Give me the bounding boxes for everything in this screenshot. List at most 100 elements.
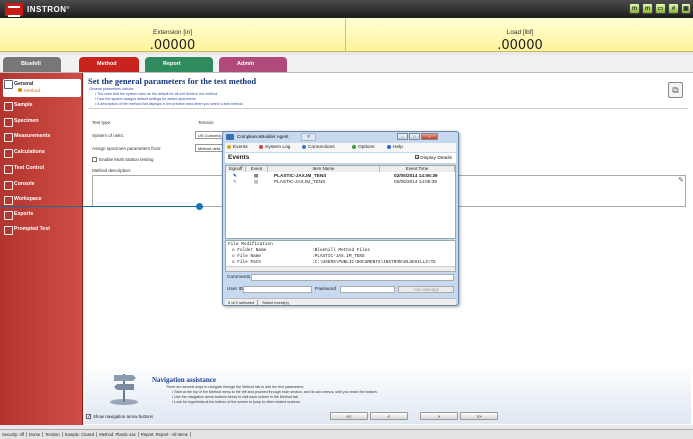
- menu-events[interactable]: Events: [227, 143, 248, 152]
- user-id-label: User ID: [227, 287, 244, 292]
- display-details-toggle[interactable]: ✓ Display Details: [414, 155, 452, 161]
- multi-station-label: Enable Multi Station testing: [99, 157, 154, 162]
- item-name: PLASTIC-JAX.IM_TENS: [274, 179, 326, 184]
- navigation-bullet: • Use the navigation arrow buttons below…: [172, 395, 299, 399]
- signoff-pen-icon: ✎: [233, 179, 237, 184]
- method-icon: ⧉: [668, 82, 683, 98]
- title-bar: [0, 0, 693, 18]
- edit-pencil-icon[interactable]: ✎: [678, 176, 687, 184]
- col-item-name[interactable]: Item Name: [268, 166, 380, 172]
- tab-bar: Bluehill Method Report Admin: [0, 55, 693, 73]
- sidebar-item-specimen[interactable]: Specimen: [3, 116, 81, 127]
- detail-heading: File Modification: [228, 242, 273, 247]
- navigation-bullet: • Start at the top of the Method menu to…: [172, 390, 378, 394]
- tab-method[interactable]: Method: [79, 57, 139, 72]
- show-arrows-checkbox[interactable]: ✓: [86, 414, 91, 420]
- menu-help[interactable]: Help: [387, 143, 403, 152]
- menu-options[interactable]: Options: [352, 143, 375, 152]
- detail-key: o File Name: [232, 254, 261, 259]
- extension-label: Extension [in]: [152, 29, 193, 36]
- save-icon[interactable]: ▣: [681, 3, 691, 14]
- next-screen-button[interactable]: >: [420, 412, 458, 420]
- multi-station-checkbox[interactable]: [92, 157, 97, 162]
- tab-report[interactable]: Report: [145, 57, 213, 72]
- dialog-title: ComplianceBuilder Agent: [237, 134, 289, 139]
- detail-key: o Folder Name: [232, 248, 267, 253]
- monitor-icon[interactable]: ▭: [655, 3, 666, 14]
- sidebar-item-exports[interactable]: Exports: [3, 209, 81, 220]
- sidebar-item-prompted-test[interactable]: Prompted Test: [3, 224, 81, 235]
- grid-icon[interactable]: #: [668, 3, 679, 14]
- navigation-bullet: • Look for hyperlinks at the bottom of t…: [172, 400, 301, 404]
- close-tab-icon[interactable]: ×: [301, 133, 316, 141]
- navigation-title: Navigation assistance: [152, 376, 216, 384]
- table-row[interactable]: ✎ ▤ PLASTIC-JAX.IM_TENS 02/05/2014 14:06…: [226, 179, 455, 185]
- divider: [88, 108, 688, 109]
- col-signoff[interactable]: Signoff: [226, 166, 246, 172]
- last-screen-button[interactable]: >>: [460, 412, 498, 420]
- status-bar: Security: off Dome Tension Sample: Closed Me…: [0, 429, 693, 439]
- sidebar-item-workspace[interactable]: Workspace: [3, 194, 81, 205]
- sidebar-item-console[interactable]: Console: [3, 179, 81, 190]
- callout-line: [0, 206, 200, 207]
- tab-bluehill[interactable]: Bluehill: [3, 57, 61, 72]
- event-time: 02/05/2014 14:06:39: [394, 179, 438, 184]
- status-method: Method: Plastic-Jax: [97, 432, 139, 437]
- meter-icon[interactable]: m: [629, 3, 640, 14]
- detail-value: :C:\USERS\PUBLIC\DOCUMENTS\INSTRON\BLUEH…: [312, 260, 436, 265]
- first-screen-button[interactable]: <<: [330, 412, 368, 420]
- close-button[interactable]: ×: [421, 133, 438, 140]
- detail-value: :Bluehill Method Files: [312, 248, 370, 253]
- load-display: Load [lbf] .00000: [347, 18, 693, 53]
- comments-field[interactable]: [251, 274, 454, 281]
- maximize-button[interactable]: □: [409, 133, 420, 140]
- intro-bullet: • How the system assigns default setting…: [95, 97, 197, 101]
- col-event-time[interactable]: Event Time: [380, 166, 455, 172]
- units-label: System of units:: [92, 133, 125, 138]
- extension-display: Extension [in] .00000: [0, 18, 346, 53]
- assign-label: Assign specimen parameters from:: [92, 146, 162, 151]
- intro-bullet: • A description of the method that displ…: [95, 102, 244, 106]
- selected-count: 0 of 2 selected: [225, 300, 259, 305]
- navigation-intro: There are several ways to navigate throu…: [166, 385, 305, 389]
- test-type-label: Test type:: [92, 120, 112, 125]
- acknowledge-button[interactable]: Acknowledge: [398, 286, 454, 293]
- sidebar-item-test-control[interactable]: Test Control: [3, 163, 81, 174]
- method-description-label: Method description:: [92, 168, 132, 173]
- events-header: Events ✓ Display Details: [225, 153, 456, 164]
- file-icon: ▤: [254, 179, 259, 184]
- user-id-field[interactable]: [243, 286, 312, 293]
- status-sample: Sample: Closed: [62, 432, 98, 437]
- load-value: .00000: [497, 38, 543, 53]
- status-security: Security: off: [0, 432, 28, 437]
- detail-key: o File Path: [232, 260, 261, 265]
- extension-value: .00000: [149, 38, 196, 53]
- sidebar-item-measurements[interactable]: Measurements: [3, 131, 81, 142]
- status-test-type: Tension: [43, 432, 63, 437]
- meter-icon[interactable]: m: [642, 3, 653, 14]
- menu-system-log[interactable]: System Log: [259, 143, 290, 152]
- status-report: Report: Report - All Items: [138, 432, 191, 437]
- sidebar-item-sample[interactable]: Sample: [3, 100, 81, 111]
- tab-admin[interactable]: Admin: [219, 57, 287, 72]
- events-title: Events: [228, 154, 250, 161]
- password-label: Password: [315, 287, 337, 292]
- minimize-button[interactable]: –: [397, 133, 408, 140]
- signpost-icon: [108, 368, 142, 406]
- col-event[interactable]: Event: [246, 166, 268, 172]
- instron-logo: INSTRON®: [5, 3, 75, 17]
- app-icon: [226, 134, 234, 140]
- status-dome: Dome: [27, 432, 44, 437]
- comments-label: Comments: [227, 275, 251, 280]
- sidebar-item-general[interactable]: General Method: [3, 79, 81, 97]
- dialog-menu: Events System Log Connections Options He…: [225, 143, 456, 152]
- intro-text: General parameters include:: [89, 87, 135, 91]
- password-field[interactable]: [340, 286, 395, 293]
- sidebar-subitem-method[interactable]: Method: [18, 88, 40, 95]
- page-title: Set the general parameters for the test …: [88, 76, 257, 86]
- menu-connections[interactable]: Connections: [302, 143, 335, 152]
- sidebar-item-calculations[interactable]: Calculations: [3, 147, 81, 158]
- select-events-hint: Select event(s): [262, 300, 289, 305]
- prev-screen-button[interactable]: <: [370, 412, 408, 420]
- dialog-status-bar: 0 of 2 selected Select event(s): [225, 298, 456, 305]
